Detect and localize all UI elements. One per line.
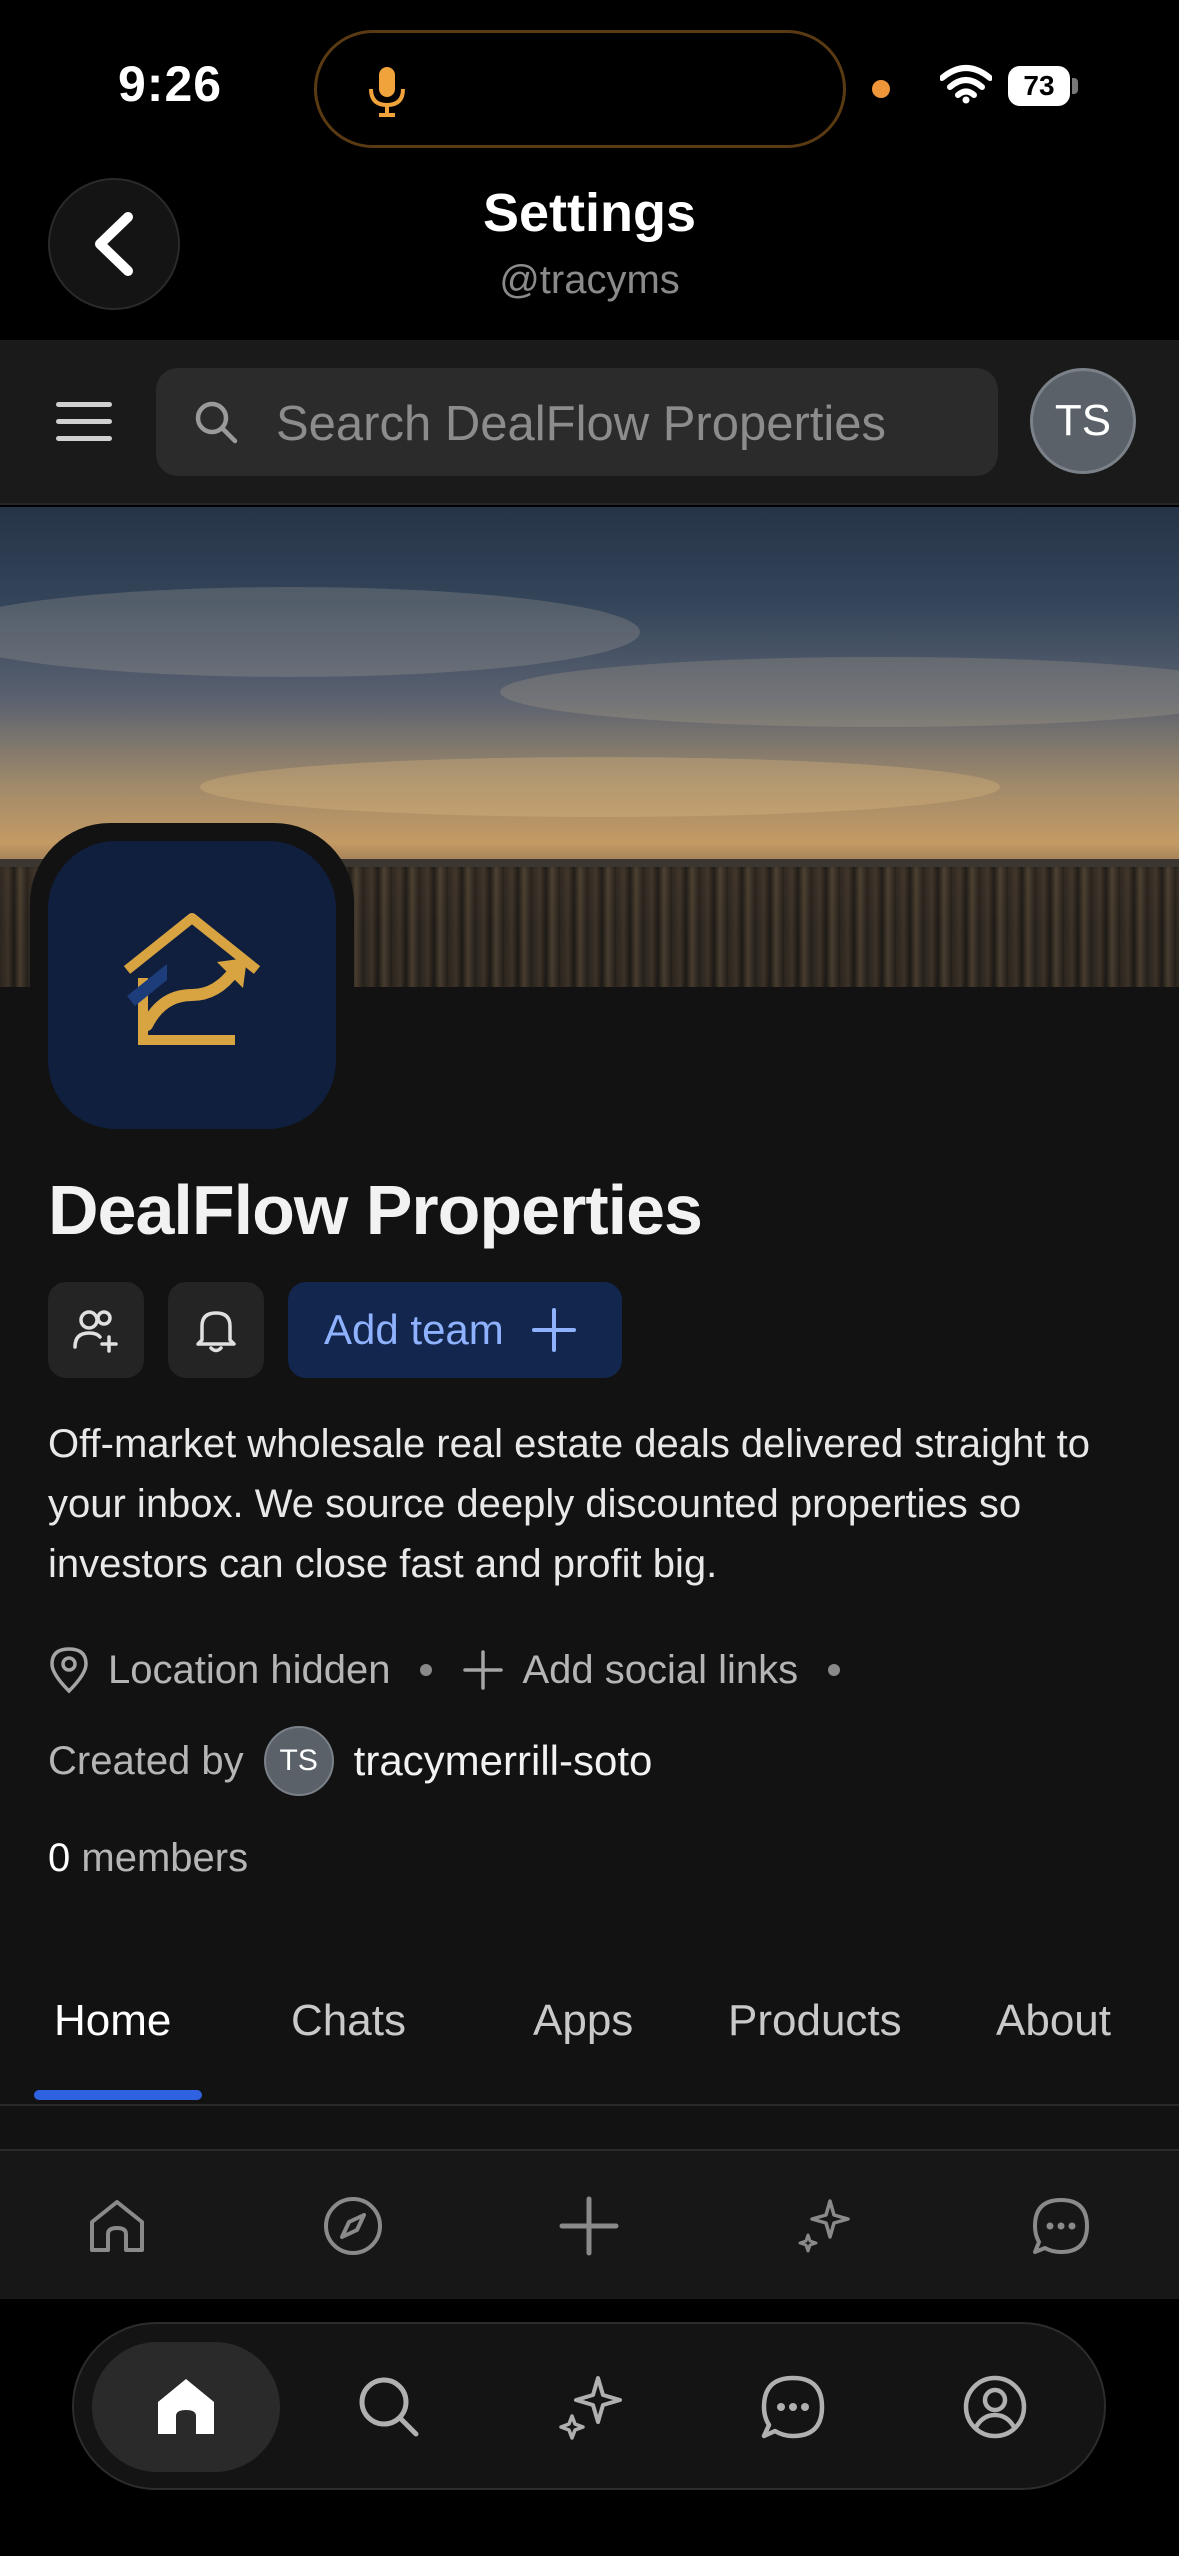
created-by-label: Created by bbox=[48, 1738, 244, 1783]
wifi-icon bbox=[940, 65, 992, 104]
chat-icon bbox=[1033, 2198, 1089, 2254]
privacy-indicator-dot bbox=[872, 80, 890, 98]
status-time: 9:26 bbox=[118, 56, 223, 112]
app-tab-home[interactable] bbox=[143, 2364, 229, 2450]
hamburger-menu-icon[interactable] bbox=[54, 398, 114, 446]
meta-separator bbox=[420, 1664, 433, 1676]
add-team-label: Add team bbox=[324, 1306, 504, 1353]
compass-icon bbox=[324, 2197, 382, 2255]
creator-avatar[interactable]: TS bbox=[263, 1726, 334, 1796]
active-tab-indicator bbox=[34, 2090, 202, 2100]
tab-chats[interactable]: Chats bbox=[291, 1996, 406, 2046]
company-meta-row: Location hidden Add social links bbox=[48, 1640, 870, 1700]
plus-icon bbox=[463, 1650, 504, 1690]
members-label: members bbox=[81, 1836, 249, 1880]
plus-icon bbox=[559, 2196, 619, 2256]
page-title: Settings bbox=[482, 183, 697, 243]
site-topbar: Search DealFlow Properties TS bbox=[0, 340, 1179, 505]
company-logo[interactable] bbox=[48, 841, 336, 1129]
battery-tip bbox=[1072, 78, 1078, 94]
add-team-button[interactable]: Add team bbox=[288, 1282, 622, 1378]
app-tab-chat[interactable] bbox=[750, 2364, 836, 2450]
dynamic-island bbox=[314, 30, 846, 148]
battery-icon: 73 bbox=[1008, 66, 1070, 106]
web-nav-home[interactable] bbox=[84, 2193, 150, 2259]
web-nav-create[interactable] bbox=[556, 2193, 622, 2259]
page-subtitle: @tracyms bbox=[499, 258, 680, 302]
add-social-links-label: Add social links bbox=[522, 1647, 799, 1692]
meta-separator bbox=[828, 1664, 841, 1676]
bell-icon bbox=[196, 1311, 236, 1353]
people-add-icon bbox=[73, 1310, 118, 1353]
search-icon bbox=[359, 2377, 419, 2437]
tab-home[interactable]: Home bbox=[54, 1996, 171, 2046]
search-placeholder: Search DealFlow Properties bbox=[276, 397, 887, 451]
members-count[interactable]: 0 members bbox=[48, 1836, 248, 1881]
created-by-row: Created by TS tracymerrill-soto bbox=[48, 1726, 652, 1796]
house-arrow-logo-icon bbox=[123, 913, 261, 1045]
home-icon bbox=[158, 2379, 214, 2434]
home-icon bbox=[90, 2200, 144, 2252]
tab-about[interactable]: About bbox=[996, 1996, 1111, 2046]
tab-products[interactable]: Products bbox=[728, 1996, 902, 2046]
location-pin-icon bbox=[50, 1647, 88, 1694]
chat-icon bbox=[761, 2375, 825, 2439]
sparkle-icon bbox=[559, 2376, 622, 2440]
web-nav-ai[interactable] bbox=[792, 2193, 858, 2259]
user-avatar[interactable]: TS bbox=[1030, 368, 1136, 474]
profile-icon bbox=[963, 2375, 1027, 2439]
notifications-button[interactable] bbox=[168, 1282, 264, 1378]
app-tab-bar bbox=[72, 2322, 1106, 2490]
plus-icon bbox=[531, 1308, 576, 1352]
company-tabs: Home Chats Apps Products About bbox=[0, 1982, 1179, 2106]
search-icon bbox=[195, 401, 238, 444]
settings-header: Settings @tracyms bbox=[0, 170, 1179, 340]
add-social-links-button[interactable]: Add social links bbox=[462, 1648, 798, 1693]
microphone-icon bbox=[369, 67, 405, 117]
tab-apps[interactable]: Apps bbox=[533, 1996, 633, 2046]
company-logo-frame bbox=[30, 823, 354, 1147]
company-description: Off-market wholesale real estate deals d… bbox=[48, 1422, 1091, 1586]
creator-name-link[interactable]: tracymerrill-soto bbox=[354, 1737, 653, 1785]
app-tab-profile[interactable] bbox=[952, 2364, 1038, 2450]
app-tab-search[interactable] bbox=[346, 2364, 432, 2450]
member-count-number: 0 bbox=[48, 1836, 71, 1880]
status-bar: 9:26 73 bbox=[0, 0, 1179, 170]
location-text: Location hidden bbox=[108, 1647, 391, 1692]
company-name: DealFlow Properties bbox=[48, 1171, 703, 1249]
sparkle-icon bbox=[798, 2199, 850, 2253]
search-input[interactable]: Search DealFlow Properties bbox=[156, 368, 998, 476]
team-members-button[interactable] bbox=[48, 1282, 144, 1378]
app-tab-ai[interactable] bbox=[548, 2364, 634, 2450]
web-nav-chat[interactable] bbox=[1028, 2193, 1094, 2259]
web-nav-discover[interactable] bbox=[320, 2193, 386, 2259]
web-bottom-nav bbox=[0, 2149, 1179, 2299]
